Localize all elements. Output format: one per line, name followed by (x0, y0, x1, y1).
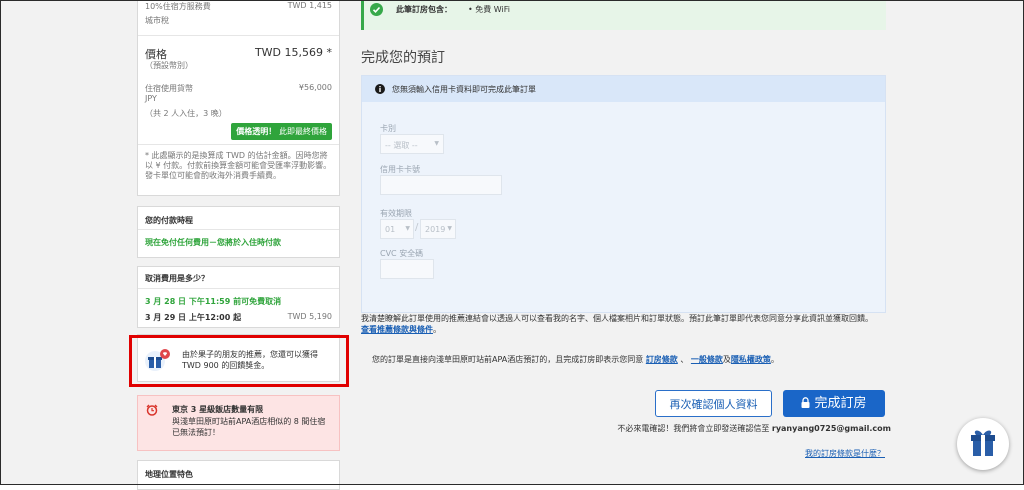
city-tax-label: 城市稅 (145, 16, 169, 25)
confirmation-text: 不必來電確認！我們將會立即發送確認信至 (617, 424, 770, 433)
payment-timing-card: 您的付款時程 現在免付任何費用－您將於入住時付款 (137, 206, 340, 258)
service-fee-value: TWD 1,415 (287, 1, 332, 10)
cvc-input[interactable] (380, 259, 434, 279)
expiry-label: 有效期限 (380, 209, 412, 218)
form-info-text: 您無須輸入信用卡資料即可完成此筆訂單 (392, 85, 536, 94)
cancellation-title: 取消費用是多少？ (145, 274, 209, 283)
currency-disclaimer: * 此處顯示的是換算成 TWD 的估計金額。因時您將以 ¥ 付款。付款前換算金額… (145, 151, 332, 180)
terms-prefix: 您的訂單是直接向淺草田原町站前APA酒店預訂的，且完成訂房即表示您同意 (372, 355, 644, 364)
payment-timing-title: 您的付款時程 (145, 216, 193, 225)
consent-end: 。 (433, 325, 441, 334)
form-info-bar: 您無須輸入信用卡資料即可完成此筆訂單 (362, 76, 885, 102)
price-transparent-badge: 價格透明！ 此即最終價格 (231, 123, 332, 140)
confirmation-email: ryanyang0725@gmail.com (771, 424, 891, 433)
chevron-down-icon: ▼ (447, 225, 452, 232)
cancel-fee-date: 3 月 29 日 上午12:00 起 (145, 313, 242, 322)
card-number-input[interactable] (380, 175, 502, 195)
confirmation-note: 不必來電確認！我們將會立即發送確認信至 ryanyang0725@gmail.c… (606, 423, 891, 434)
scarcity-text: 與淺草田原町站前APA酒店相似的 8 間住宿已無法預訂！ (172, 417, 326, 437)
booking-summary-column: 10%住宿方服務費 TWD 1,415 城市稅 價格 TWD 15,569 * … (137, 0, 340, 490)
includes-bar: 此筆訂房包含： • 免費 WiFi (361, 0, 886, 30)
credit-card-form: 您無須輸入信用卡資料即可完成此筆訂單 卡別 -- 選取 -- ▼ 信用卡卡號 有… (361, 75, 886, 313)
price-summary-card: 10%住宿方服務費 TWD 1,415 城市稅 價格 TWD 15,569 * … (137, 0, 340, 196)
divider (138, 35, 339, 36)
expiry-year-select[interactable]: 2019 ▼ (420, 219, 456, 239)
location-features-title: 地理位置特色 (145, 470, 193, 479)
card-type-select[interactable]: -- 選取 -- ▼ (380, 134, 444, 154)
local-currency-code: JPY (145, 94, 157, 103)
general-terms-link[interactable]: 一般條款 (691, 355, 723, 364)
lock-icon (801, 397, 810, 408)
booking-form-column: 此筆訂房包含： • 免費 WiFi 完成您的預訂 您無須輸入信用卡資料即可完成此… (361, 0, 891, 485)
my-booking-terms-link[interactable]: 我的訂房條款是什麼？ (805, 449, 885, 458)
highlight-box (129, 335, 349, 387)
recheck-details-button[interactable]: 再次確認個人資料 (655, 390, 772, 417)
service-fee-row: 10%住宿方服務費 TWD 1,415 (145, 1, 332, 12)
complete-booking-button[interactable]: 完成訂房 (783, 390, 885, 417)
chevron-down-icon: ▼ (405, 225, 410, 232)
referral-consent: 我清楚瞭解此訂單使用的推薦連結會以透過人可以查看我的名字、個人檔案相片和訂單狀態… (361, 313, 881, 335)
cancellation-card: 取消費用是多少？ 3 月 28 日 下午11:59 前可免費取消 3 月 29 … (137, 266, 340, 328)
local-currency-label: 住宿使用貨幣 (145, 84, 193, 93)
terms-sep1: 、 (680, 355, 689, 364)
local-currency-value: ¥56,000 (298, 83, 332, 92)
info-icon (375, 84, 385, 94)
payment-timing-text: 現在免付任何費用－您將於入住時付款 (145, 238, 281, 247)
divider (138, 229, 339, 230)
card-number-label: 信用卡卡號 (380, 165, 420, 174)
card-type-label: 卡別 (380, 124, 396, 133)
booking-terms-link[interactable]: 訂房條款 (646, 355, 678, 364)
divider (138, 288, 339, 289)
referral-terms-link[interactable]: 查看推薦條款與條件 (361, 325, 433, 334)
scarcity-title: 東京 3 星級飯店數量有限 (172, 405, 264, 414)
consent-text: 我清楚瞭解此訂單使用的推薦連結會以透過人可以查看我的名字、個人檔案相片和訂單狀態… (361, 314, 873, 323)
badge-bold-text: 價格透明！ (236, 127, 277, 136)
chevron-down-icon: ▼ (434, 140, 439, 147)
card-type-value: -- 選取 -- (385, 141, 418, 150)
terms-agreement: 您的訂單是直接向淺草田原町站前APA酒店預訂的，且完成訂房即表示您同意 訂房條款… (372, 354, 886, 365)
badge-rest-text: 此即最終價格 (279, 127, 327, 136)
includes-label: 此筆訂房包含： (396, 5, 452, 14)
complete-booking-label: 完成訂房 (814, 396, 867, 411)
guests-nights: （共 2 人入住，3 晚） (145, 109, 227, 118)
divider (138, 144, 339, 145)
includes-item: • 免費 WiFi (468, 5, 511, 14)
floating-gift-button[interactable] (957, 418, 1009, 470)
terms-sep2: 及 (722, 355, 731, 364)
gift-box-icon (971, 430, 995, 456)
complete-booking-title: 完成您的預訂 (361, 50, 445, 66)
price-currency-note: （預設幣別） (145, 61, 193, 70)
expiry-year-value: 2019 (425, 225, 446, 234)
cvc-label: CVC 安全碼 (380, 249, 424, 258)
price-value: TWD 15,569 * (254, 46, 332, 59)
scarcity-alert-card: 東京 3 星級飯店數量有限 與淺草田原町站前APA酒店相似的 8 間住宿已無法預… (137, 395, 340, 451)
privacy-policy-link[interactable]: 隱私權政策 (731, 355, 771, 364)
check-circle-icon (370, 3, 383, 16)
cancel-fee-amount: TWD 5,190 (287, 312, 332, 321)
expiry-month-value: 01 (385, 225, 396, 234)
alarm-clock-icon (146, 404, 158, 416)
service-fee-label: 10%住宿方服務費 (145, 2, 211, 11)
expiry-month-select[interactable]: 01 ▼ (380, 219, 414, 239)
terms-question-link-wrap: 我的訂房條款是什麼？ (661, 448, 885, 459)
local-currency-row: 住宿使用貨幣 ¥56,000 (145, 83, 332, 94)
free-cancel-line: 3 月 28 日 下午11:59 前可免費取消 (145, 297, 282, 306)
location-features-card: 地理位置特色 (137, 460, 340, 490)
terms-end: 。 (770, 355, 779, 364)
cancel-fee-row: 3 月 29 日 上午12:00 起 TWD 5,190 (145, 312, 332, 323)
